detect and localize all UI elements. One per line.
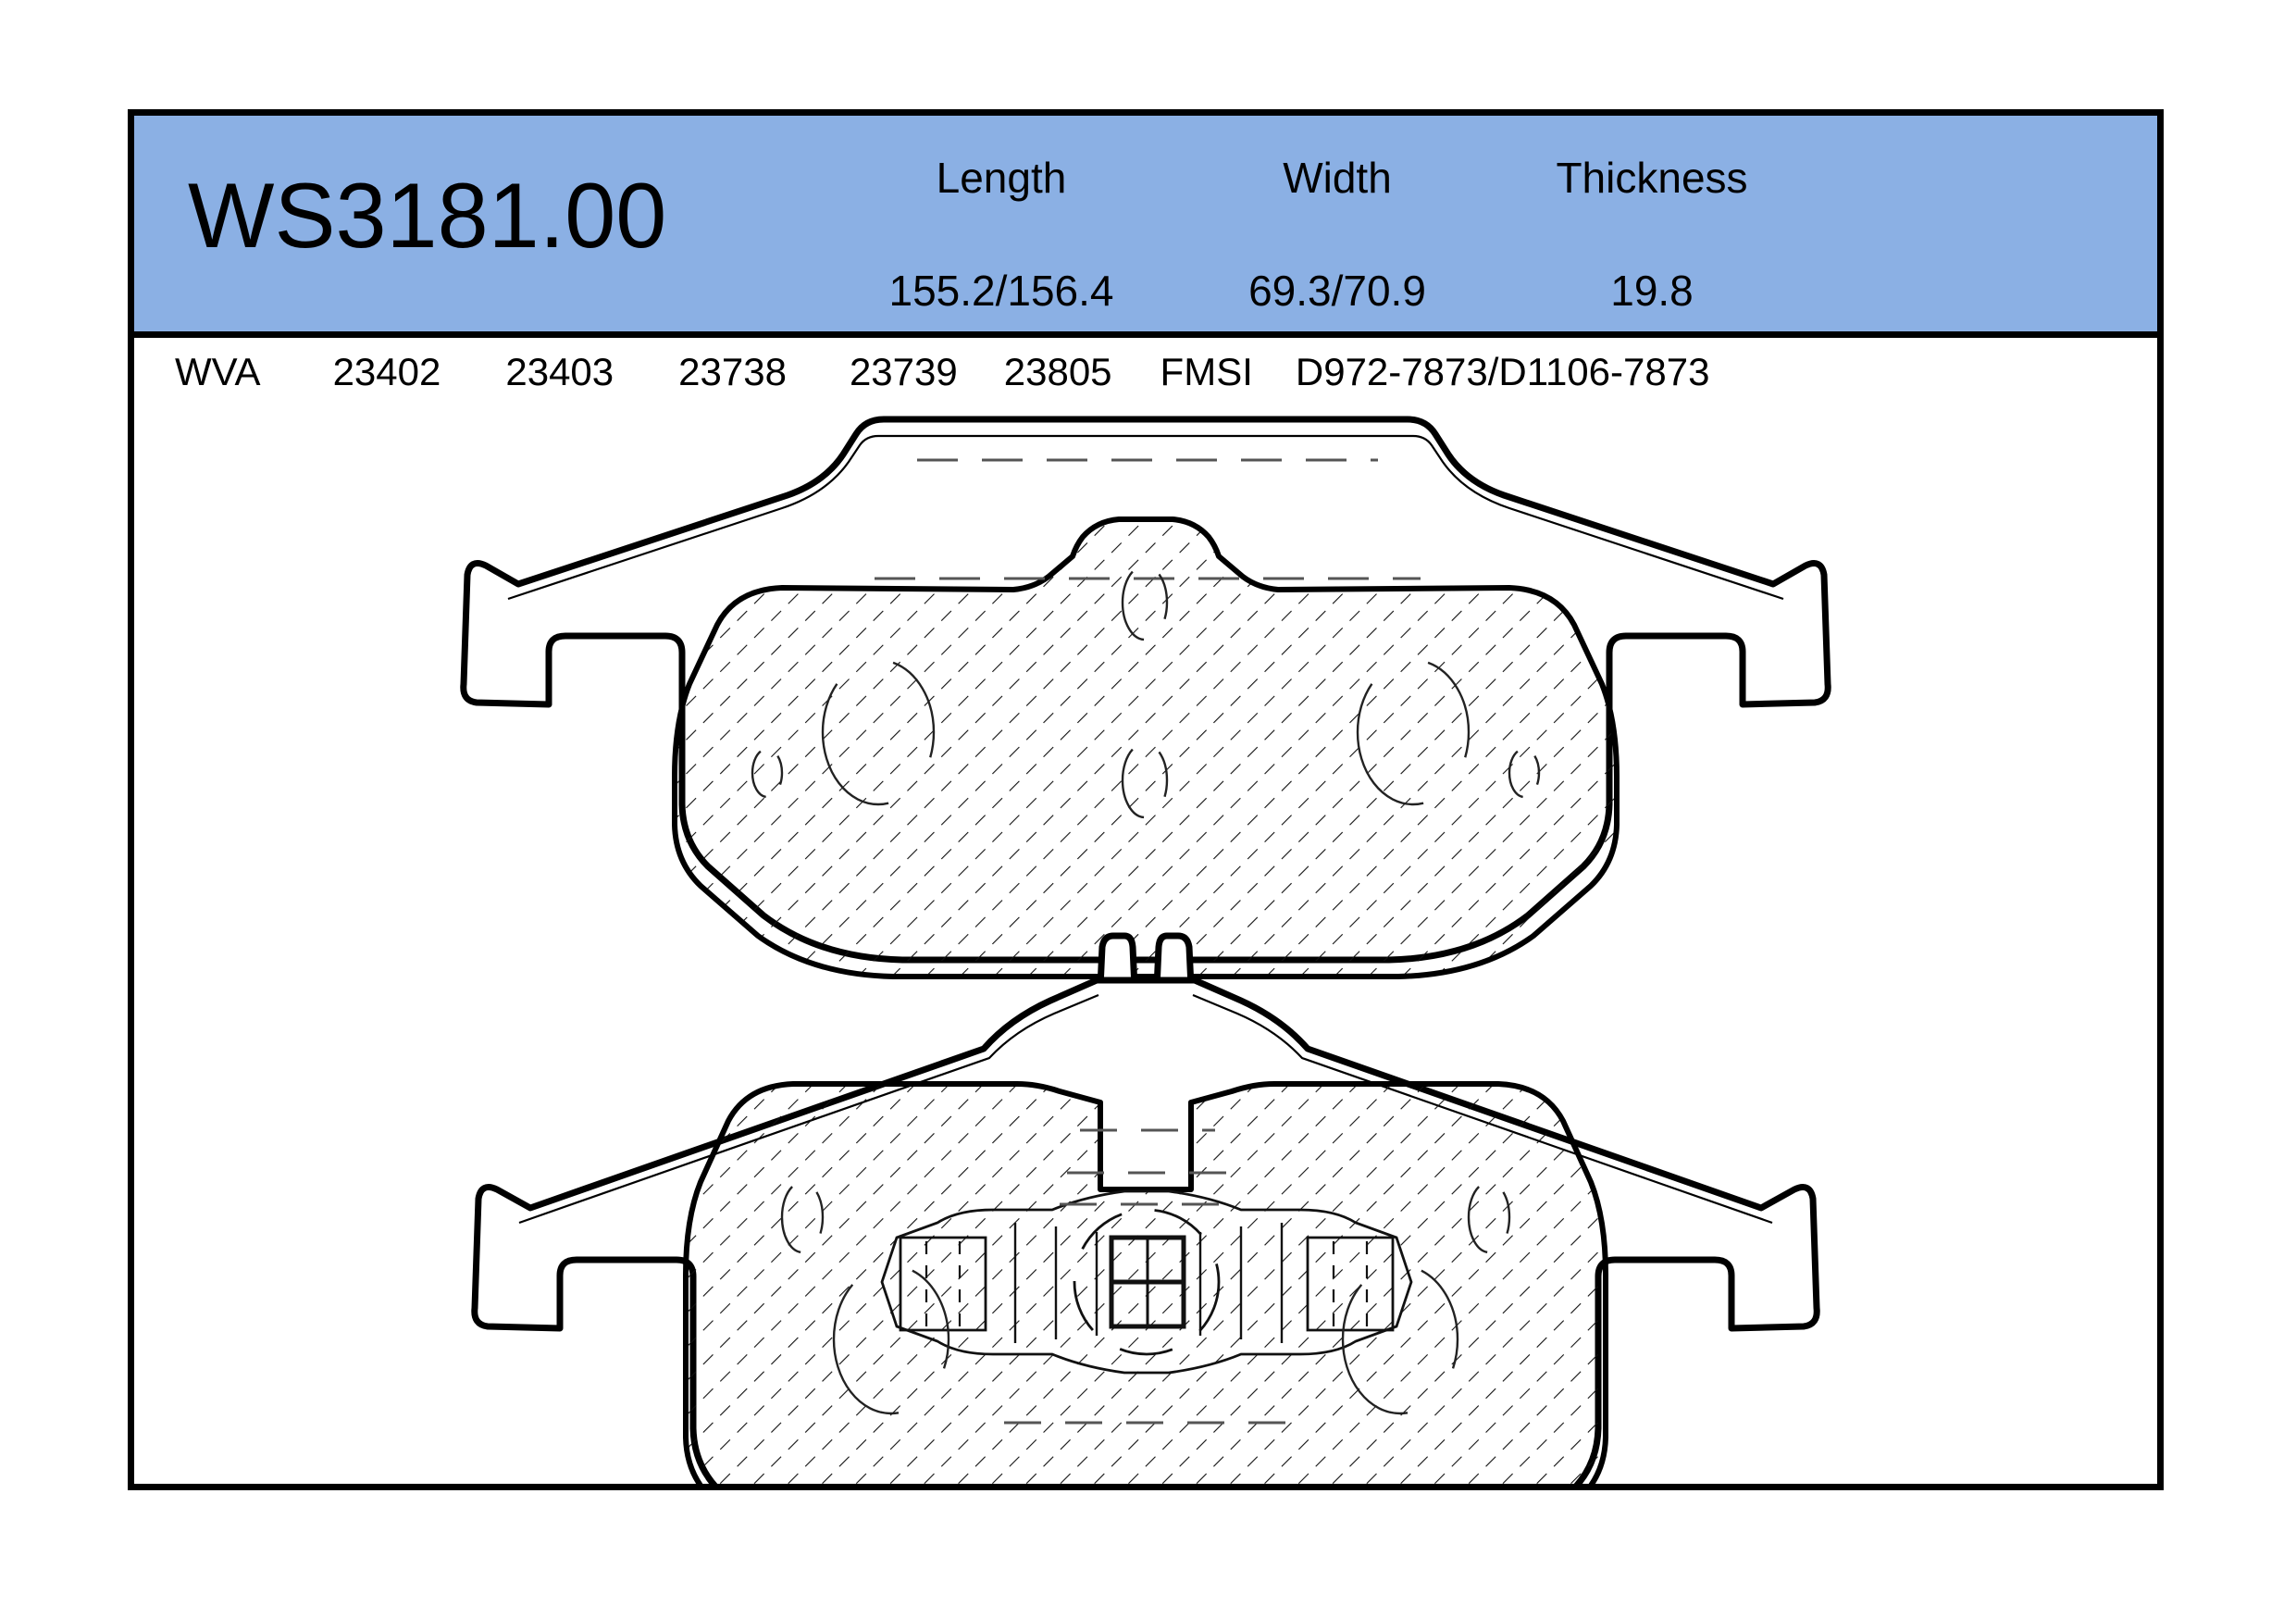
dimension-column-width: Width 69.3/70.9	[1198, 156, 1476, 312]
part-number: WS3181.00	[188, 164, 667, 267]
wva-number-3: 23738	[678, 350, 787, 393]
wva-label: WVA	[175, 350, 261, 393]
brake-pad-drawing	[460, 416, 1831, 1484]
lower-brake-pad	[471, 932, 1820, 1484]
drawing-area	[134, 406, 2157, 1484]
wva-number-1: 23402	[332, 350, 441, 393]
dimension-column-length: Length 155.2/156.4	[849, 156, 1154, 312]
wva-number-5: 23805	[1003, 350, 1112, 393]
fmsi-label: FMSI	[1160, 350, 1253, 393]
wva-number-2: 23403	[505, 350, 614, 393]
upper-brake-pad	[460, 416, 1831, 979]
header-band: WS3181.00 Length 155.2/156.4 Width 69.3/…	[134, 116, 2157, 338]
drawing-sheet: WS3181.00 Length 155.2/156.4 Width 69.3/…	[0, 0, 2296, 1618]
codes-row: WVA 23402 23403 23738 23739 23805 FMSI D…	[134, 338, 2157, 406]
dimension-label-length: Length	[936, 154, 1067, 202]
dimension-label-thickness: Thickness	[1556, 154, 1748, 202]
dimension-label-width: Width	[1283, 154, 1392, 202]
dimension-value-length: 155.2/156.4	[888, 267, 1114, 315]
fmsi-value: D972-7873/D1106-7873	[1295, 350, 1710, 393]
dimension-value-width: 69.3/70.9	[1248, 267, 1426, 315]
upper-pad-friction-material	[672, 517, 1620, 979]
dimension-value-thickness: 19.8	[1610, 267, 1694, 315]
dimension-column-thickness: Thickness 19.8	[1495, 156, 1809, 312]
technical-drawing-frame: WS3181.00 Length 155.2/156.4 Width 69.3/…	[128, 109, 2164, 1490]
wva-number-4: 23739	[849, 350, 958, 393]
